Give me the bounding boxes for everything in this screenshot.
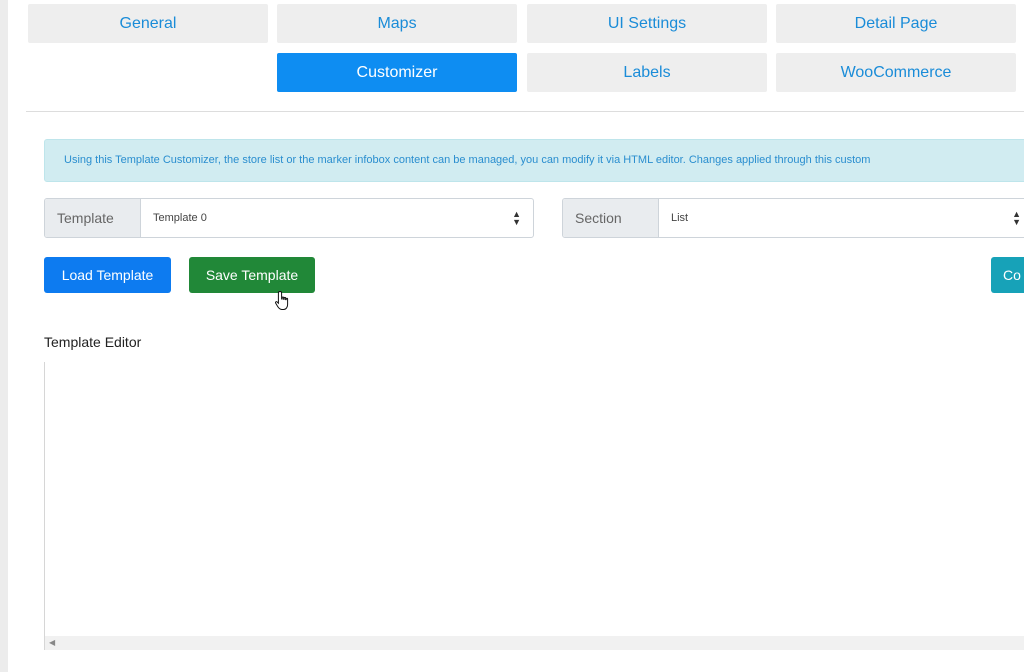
sort-caret-icon: ▲ ▼ (1012, 209, 1021, 227)
info-alert: Using this Template Customizer, the stor… (44, 139, 1024, 182)
section-addon-label: Section (563, 199, 659, 237)
tab-woocommerce[interactable]: WooCommerce (776, 53, 1016, 92)
template-select-value: Template 0 (153, 212, 207, 224)
partial-info-button[interactable]: Co (991, 257, 1024, 293)
hand-pointer-icon (274, 290, 289, 310)
tabs-divider (26, 111, 1024, 112)
section-select-value: List (671, 212, 689, 224)
tab-ui-settings[interactable]: UI Settings (527, 4, 767, 43)
section-select[interactable]: List ▲ ▼ (659, 199, 1024, 237)
tab-maps[interactable]: Maps (277, 4, 517, 43)
load-template-button[interactable]: Load Template (44, 257, 171, 293)
tab-customizer[interactable]: Customizer (277, 53, 517, 92)
tab-general[interactable]: General (28, 4, 268, 43)
template-addon-label: Template (45, 199, 141, 237)
template-select-group[interactable]: Template Template 0 ▲ ▼ (44, 198, 534, 238)
settings-page: General Maps UI Settings Detail Page Cus… (0, 0, 1024, 672)
template-editor-label: Template Editor (44, 334, 142, 350)
tab-detail-page[interactable]: Detail Page (776, 4, 1016, 43)
section-select-group[interactable]: Section List ▲ ▼ (562, 198, 1024, 238)
scroll-left-arrow-icon[interactable]: ◀ (49, 639, 55, 647)
editor-horizontal-scrollbar[interactable]: ◀ (45, 636, 1024, 650)
sort-caret-icon: ▲ ▼ (512, 209, 521, 227)
template-select[interactable]: Template 0 ▲ ▼ (141, 199, 533, 237)
save-template-button[interactable]: Save Template (189, 257, 315, 293)
left-rail (0, 0, 8, 672)
tab-labels[interactable]: Labels (527, 53, 767, 92)
template-editor[interactable] (44, 362, 1024, 650)
